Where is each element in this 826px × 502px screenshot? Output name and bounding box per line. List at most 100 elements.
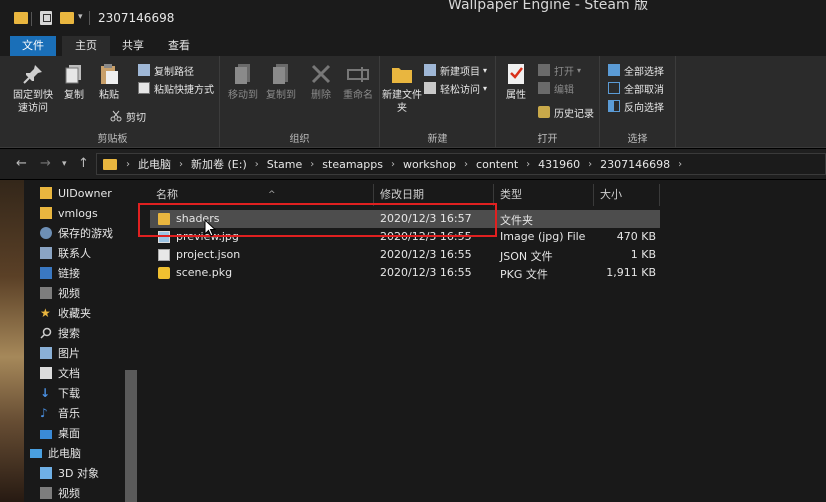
open-button[interactable]: 打开 ▾ [538,62,581,78]
sidebar-scrollbar[interactable] [125,370,137,502]
paste-shortcut-button[interactable]: 粘贴快捷方式 [138,80,214,96]
column-header-label: 名称 [156,188,178,201]
pin-to-quick-access-button[interactable]: 固定到快速访问 [10,62,56,115]
file-type: JSON 文件 [500,250,553,263]
sidebar-item-links[interactable]: 链接 [40,264,80,282]
pkg-file-icon [158,267,170,279]
sidebar-item-documents[interactable]: 文档 [40,364,80,382]
customize-quick-access-dropdown[interactable]: ▾ [78,12,83,22]
breadcrumb-drive-e[interactable]: 新加卷 (E:) [186,156,252,172]
folder-icon [40,187,52,199]
address-bar[interactable]: › 此电脑 › 新加卷 (E:) › Stame › steamapps › w… [96,153,826,175]
new-folder-button[interactable]: 新建文件夹 [382,62,422,115]
sidebar-item-music[interactable]: ♪ 音乐 [40,404,80,422]
sidebar-item-uidowner[interactable]: UIDowner [40,184,112,202]
forward-button[interactable]: → [40,156,51,171]
recent-locations-dropdown[interactable]: ▾ [62,159,67,169]
easy-access-icon [424,82,436,94]
column-header-label: 大小 [600,188,622,201]
folder-icon [103,158,117,170]
tab-file[interactable]: 文件 [10,36,56,56]
sidebar-item-label: 保存的游戏 [58,227,113,240]
cut-button[interactable]: 剪切 [110,108,146,124]
rename-button[interactable]: 重命名 [338,62,378,102]
new-folder-quick-access-icon[interactable] [60,12,74,24]
back-button[interactable]: ← [16,156,27,171]
select-group-label: 选择 [627,134,648,145]
select-none-button[interactable]: 全部取消 [608,80,664,96]
select-all-label: 全部选择 [624,66,664,78]
breadcrumb-steamapps[interactable]: steamapps [317,158,388,171]
chevron-right-icon[interactable]: › [388,159,398,170]
delete-button[interactable]: 删除 [304,62,338,102]
sidebar-item-desktop[interactable]: 桌面 [40,424,80,442]
history-button[interactable]: 历史记录 [538,104,594,120]
copy-path-icon [138,64,150,76]
column-header-type[interactable]: 类型 [494,184,594,206]
navigation-bar: ← → ▾ ↑ › 此电脑 › 新加卷 (E:) › Stame › steam… [0,149,826,179]
rename-icon [346,62,370,86]
copy-to-button[interactable]: 复制到 [262,62,300,102]
sidebar-item-label: UIDowner [58,186,112,200]
sidebar-item-pictures[interactable]: 图片 [40,344,80,362]
mouse-cursor-icon [204,218,217,240]
tab-view[interactable]: 查看 [160,36,198,56]
sidebar-item-search[interactable]: 搜索 [40,324,80,342]
sidebar-item-3d-objects[interactable]: 3D 对象 [40,464,99,482]
column-header-size[interactable]: 大小 [594,184,660,206]
copy-to-label: 复制到 [266,90,296,101]
music-icon: ♪ [40,406,48,420]
move-to-label: 移动到 [228,90,258,101]
breadcrumb-stame[interactable]: Stame [262,158,308,171]
chevron-right-icon[interactable]: › [307,159,317,170]
chevron-right-icon[interactable]: › [252,159,262,170]
new-item-button[interactable]: 新建项目 ▾ [424,62,487,78]
file-row-scene-pkg[interactable]: scene.pkg 2020/12/3 16:55 PKG 文件 1,911 K… [150,264,660,282]
move-to-button[interactable]: 移动到 [224,62,262,102]
videos-icon [40,287,52,299]
file-row-project-json[interactable]: project.json 2020/12/3 16:55 JSON 文件 1 K… [150,246,660,264]
breadcrumb-2307146698[interactable]: 2307146698 [595,158,675,171]
invert-selection-label: 反向选择 [624,102,664,114]
folder-icon [14,12,28,24]
sidebar-item-contacts[interactable]: 联系人 [40,244,91,262]
chevron-down-icon: ▾ [483,65,488,75]
sidebar-item-this-pc[interactable]: 此电脑 [30,444,81,462]
easy-access-button[interactable]: 轻松访问 ▾ [424,80,487,96]
properties-button[interactable]: 属性 [500,62,532,102]
select-all-button[interactable]: 全部选择 [608,62,664,78]
breadcrumb-this-pc[interactable]: 此电脑 [133,156,176,172]
paste-icon [97,62,121,86]
cut-icon [110,110,122,122]
invert-selection-button[interactable]: 反向选择 [608,98,664,114]
chevron-right-icon[interactable]: › [675,159,685,170]
breadcrumb-workshop[interactable]: workshop [398,158,461,171]
search-icon [40,327,52,339]
chevron-right-icon[interactable]: › [176,159,186,170]
chevron-right-icon[interactable]: › [123,159,133,170]
sidebar-item-saved-games[interactable]: 保存的游戏 [40,224,113,242]
properties-quick-access-icon[interactable] [40,11,52,25]
breadcrumb-431960[interactable]: 431960 [533,158,585,171]
new-group-label: 新建 [427,134,448,145]
copy-path-button[interactable]: 复制路径 [138,62,194,78]
copy-button[interactable]: 复制 [56,62,92,102]
links-icon [40,267,52,279]
chevron-right-icon[interactable]: › [523,159,533,170]
open-group: 属性 打开 ▾ 编辑 历史记录 打开 [496,56,600,148]
paste-button[interactable]: 粘贴 [92,62,126,102]
sidebar-item-videos[interactable]: 视频 [40,284,80,302]
sidebar-item-videos-pc[interactable]: 视频 [40,484,80,502]
sidebar-item-label: 视频 [58,487,80,500]
sidebar-item-downloads[interactable]: ↓ 下载 [40,384,80,402]
sidebar-item-vmlogs[interactable]: vmlogs [40,204,98,222]
sidebar-item-favorites[interactable]: ★ 收藏夹 [40,304,91,322]
edit-button[interactable]: 编辑 [538,80,574,96]
delete-icon [309,62,333,86]
chevron-right-icon[interactable]: › [585,159,595,170]
tab-home[interactable]: 主页 [62,36,110,56]
up-button[interactable]: ↑ [78,156,89,171]
chevron-right-icon[interactable]: › [461,159,471,170]
tab-share[interactable]: 共享 [114,36,152,56]
breadcrumb-content[interactable]: content [471,158,523,171]
